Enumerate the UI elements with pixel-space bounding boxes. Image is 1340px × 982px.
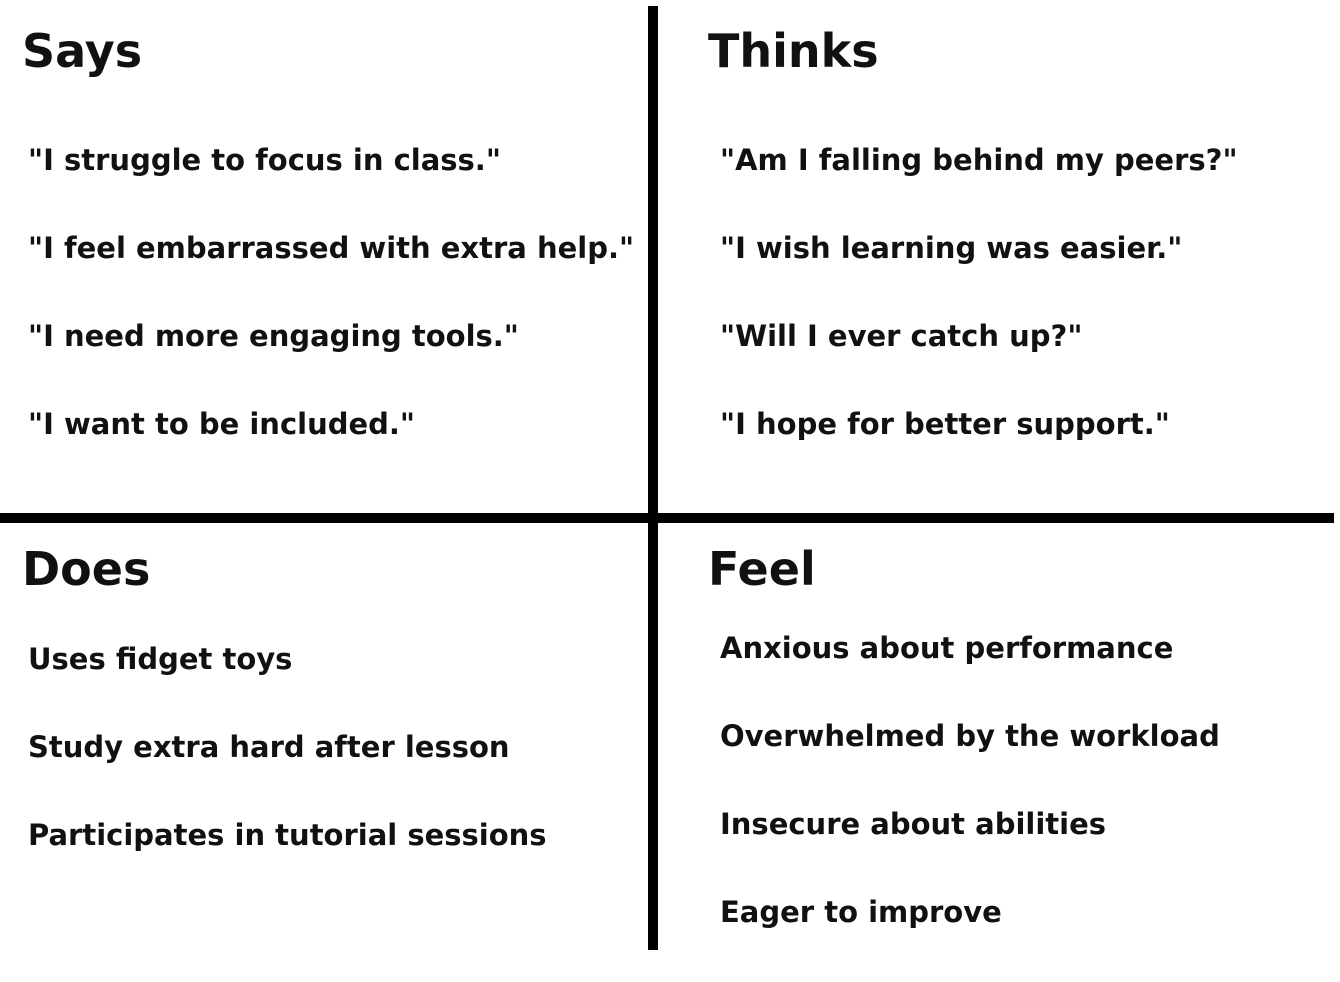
does-quadrant: Does Uses fidget toys Study extra hard a…	[22, 540, 547, 905]
says-item: "I struggle to focus in class."	[28, 143, 501, 177]
does-title: Does	[22, 542, 151, 596]
vertical-divider	[648, 6, 658, 950]
thinks-list: "Am I falling behind my peers?" "I wish …	[708, 142, 1238, 494]
thinks-item: "Will I ever catch up?"	[720, 319, 1083, 353]
feel-item: Overwhelmed by the workload	[720, 719, 1220, 753]
thinks-title: Thinks	[708, 24, 879, 78]
thinks-quadrant: Thinks "Am I falling behind my peers?" "…	[708, 22, 1238, 494]
says-title: Says	[22, 24, 143, 78]
says-list: "I struggle to focus in class." "I feel …	[22, 142, 634, 494]
thinks-item: "I hope for better support."	[720, 407, 1170, 441]
feel-quadrant: Feel Anxious about performance Overwhelm…	[708, 540, 1220, 982]
does-item: Uses fidget toys	[28, 642, 293, 676]
says-item: "I want to be included."	[28, 407, 416, 441]
feel-item: Eager to improve	[720, 895, 1002, 929]
thinks-item: "I wish learning was easier."	[720, 231, 1183, 265]
feel-list: Anxious about performance Overwhelmed by…	[708, 630, 1220, 982]
horizontal-divider	[0, 513, 1334, 523]
does-item: Study extra hard after lesson	[28, 730, 510, 764]
does-item: Participates in tutorial sessions	[28, 818, 547, 852]
does-list: Uses fidget toys Study extra hard after …	[22, 641, 547, 905]
says-quadrant: Says "I struggle to focus in class." "I …	[22, 22, 634, 494]
feel-title: Feel	[708, 542, 816, 596]
feel-item: Anxious about performance	[720, 631, 1174, 665]
says-item: "I feel embarrassed with extra help."	[28, 231, 635, 265]
says-item: "I need more engaging tools."	[28, 319, 519, 353]
feel-item: Insecure about abilities	[720, 807, 1107, 841]
thinks-item: "Am I falling behind my peers?"	[720, 143, 1238, 177]
